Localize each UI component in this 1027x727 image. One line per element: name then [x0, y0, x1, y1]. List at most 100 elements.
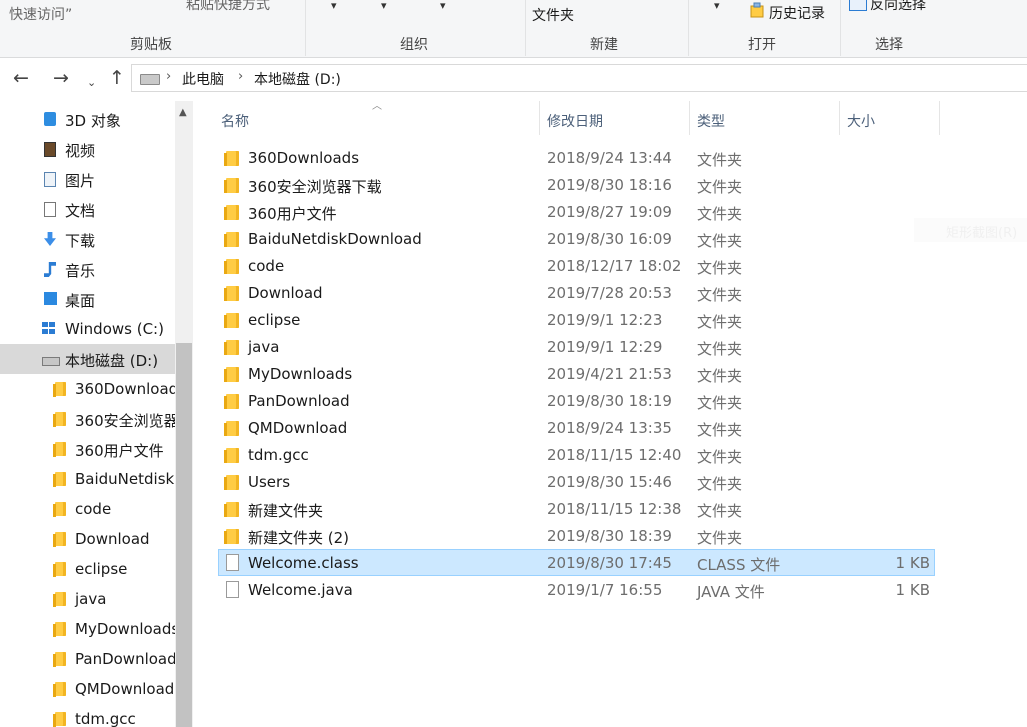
history-button[interactable]: 历史记录 — [769, 3, 825, 23]
file-row[interactable]: 新建文件夹 2018/11/15 12:38 文件夹 — [218, 496, 935, 523]
nav-item-label: 图片 — [65, 172, 96, 190]
file-row[interactable]: Users 2019/8/30 15:46 文件夹 — [218, 469, 935, 496]
nav-item-pictures[interactable]: 图片 — [0, 164, 175, 194]
nav-item-label: QMDownload — [75, 680, 175, 698]
file-name: Welcome.java — [248, 581, 353, 599]
folder-icon — [53, 652, 66, 667]
file-date: 2019/8/30 18:19 — [547, 392, 672, 410]
nav-item-label: 桌面 — [65, 292, 96, 310]
file-type: 文件夹 — [697, 151, 743, 169]
address-bar[interactable]: › 此电脑 › 本地磁盘 (D:) — [131, 64, 1027, 92]
file-type: 文件夹 — [697, 502, 743, 520]
nav-item-folder[interactable]: tdm.gcc — [0, 704, 175, 727]
column-header-type[interactable]: 类型 — [690, 101, 840, 135]
new-folder-button[interactable]: 文件夹 — [532, 5, 574, 25]
nav-item-label: 下载 — [65, 232, 96, 250]
file-row[interactable]: Welcome.java 2019/1/7 16:55 JAVA 文件 1 KB — [218, 577, 935, 604]
navigation-scrollbar[interactable]: ▲ — [175, 101, 193, 727]
folder-icon — [53, 532, 66, 547]
nav-item-folder[interactable]: 360安全浏览器下载 — [0, 404, 175, 434]
quick-access-pin[interactable]: 快速访问” — [9, 4, 72, 24]
open-dropdown-icon[interactable]: ▾ — [714, 0, 720, 12]
file-row[interactable]: 360用户文件 2019/8/27 19:09 文件夹 — [218, 199, 935, 226]
nav-item-folder[interactable]: QMDownload — [0, 674, 175, 704]
nav-item-windows-c[interactable]: Windows (C:) — [0, 314, 175, 344]
file-name: Download — [248, 284, 323, 302]
nav-item-folder[interactable]: PanDownload — [0, 644, 175, 674]
file-row[interactable]: tdm.gcc 2018/11/15 12:40 文件夹 — [218, 442, 935, 469]
nav-item-label: 音乐 — [65, 262, 96, 280]
file-name: 360安全浏览器下载 — [248, 178, 382, 196]
column-header-size[interactable]: 大小 — [840, 101, 940, 135]
folder-icon — [224, 178, 239, 193]
breadcrumb-chevron-icon[interactable]: › — [166, 69, 171, 84]
nav-item-folder[interactable]: 360Downloads — [0, 374, 175, 404]
file-date: 2019/8/27 19:09 — [547, 203, 672, 221]
file-row[interactable]: MyDownloads 2019/4/21 21:53 文件夹 — [218, 361, 935, 388]
file-row[interactable]: java 2019/9/1 12:29 文件夹 — [218, 334, 935, 361]
file-date: 2018/12/17 18:02 — [547, 257, 682, 275]
nav-item-folder[interactable]: code — [0, 494, 175, 524]
file-name: MyDownloads — [248, 365, 353, 383]
paste-shortcut-button[interactable]: 粘贴快捷方式 — [186, 0, 270, 14]
file-row[interactable]: eclipse 2019/9/1 12:23 文件夹 — [218, 307, 935, 334]
nav-item-label: MyDownloads — [75, 620, 175, 638]
nav-item-folder[interactable]: Download — [0, 524, 175, 554]
file-date: 2019/8/30 18:16 — [547, 176, 672, 194]
file-row[interactable]: Download 2019/7/28 20:53 文件夹 — [218, 280, 935, 307]
folder-icon — [224, 205, 239, 220]
up-button[interactable]: ↑ — [109, 66, 125, 90]
breadcrumb-drive-d[interactable]: 本地磁盘 (D:) — [254, 69, 341, 89]
file-row[interactable]: 360安全浏览器下载 2019/8/30 18:16 文件夹 — [218, 172, 935, 199]
column-header-date[interactable]: 修改日期 — [540, 101, 690, 135]
column-header-label: 修改日期 — [547, 114, 603, 130]
file-size: 1 KB — [895, 554, 930, 572]
file-row[interactable]: code 2018/12/17 18:02 文件夹 — [218, 253, 935, 280]
file-name: 新建文件夹 (2) — [248, 529, 350, 547]
nav-item-folder[interactable]: BaiduNetdiskDownload — [0, 464, 175, 494]
nav-item-label: java — [75, 590, 107, 608]
drive-icon — [140, 74, 160, 85]
nav-item-label: 3D 对象 — [65, 112, 121, 130]
scroll-up-arrow-icon[interactable]: ▲ — [179, 107, 187, 118]
nav-item-folder[interactable]: 360用户文件 — [0, 434, 175, 464]
file-row[interactable]: QMDownload 2018/9/24 13:35 文件夹 — [218, 415, 935, 442]
nav-item-desktop[interactable]: 桌面 — [0, 284, 175, 314]
file-type: 文件夹 — [697, 232, 743, 250]
folder-icon — [224, 394, 239, 409]
nav-item-local-disk-d[interactable]: 本地磁盘 (D:) — [0, 344, 175, 374]
nav-item-music[interactable]: 音乐 — [0, 254, 175, 284]
scrollbar-thumb[interactable] — [176, 343, 192, 727]
nav-item-downloads[interactable]: 下载 — [0, 224, 175, 254]
move-to-dropdown-icon[interactable]: ▾ — [331, 0, 337, 12]
file-name: eclipse — [248, 311, 301, 329]
file-row[interactable]: BaiduNetdiskDownload 2019/8/30 16:09 文件夹 — [218, 226, 935, 253]
folder-icon — [53, 682, 66, 697]
file-row-selected[interactable]: Welcome.class 2019/8/30 17:45 CLASS 文件 1… — [218, 549, 935, 576]
nav-item-folder[interactable]: eclipse — [0, 554, 175, 584]
file-date: 2018/11/15 12:38 — [547, 500, 682, 518]
invert-selection-button[interactable]: 反向选择 — [870, 0, 926, 14]
delete-dropdown-icon[interactable]: ▾ — [440, 0, 446, 12]
nav-item-folder[interactable]: java — [0, 584, 175, 614]
file-row[interactable]: 新建文件夹 (2) 2019/8/30 18:39 文件夹 — [218, 523, 935, 550]
file-type: 文件夹 — [697, 313, 743, 331]
file-type: 文件夹 — [697, 421, 743, 439]
copy-to-dropdown-icon[interactable]: ▾ — [381, 0, 387, 12]
column-header-name[interactable]: 名称 — [215, 101, 540, 135]
nav-item-folder[interactable]: MyDownloads — [0, 614, 175, 644]
pictures-icon — [44, 172, 56, 187]
nav-item-3d-objects[interactable]: 3D 对象 — [0, 104, 175, 134]
file-row[interactable]: 360Downloads 2018/9/24 13:44 文件夹 — [218, 145, 935, 172]
file-row[interactable]: PanDownload 2019/8/30 18:19 文件夹 — [218, 388, 935, 415]
file-date: 2019/4/21 21:53 — [547, 365, 672, 383]
breadcrumb-this-pc[interactable]: 此电脑 — [182, 69, 224, 89]
nav-item-videos[interactable]: 视频 — [0, 134, 175, 164]
recent-locations-button[interactable]: ⌄ — [87, 71, 96, 95]
breadcrumb-chevron-icon[interactable]: › — [238, 69, 243, 84]
file-type: 文件夹 — [697, 394, 743, 412]
nav-item-documents[interactable]: 文档 — [0, 194, 175, 224]
forward-button[interactable]: → — [53, 66, 69, 90]
back-button[interactable]: ← — [13, 66, 29, 90]
column-header-label: 类型 — [697, 114, 725, 130]
